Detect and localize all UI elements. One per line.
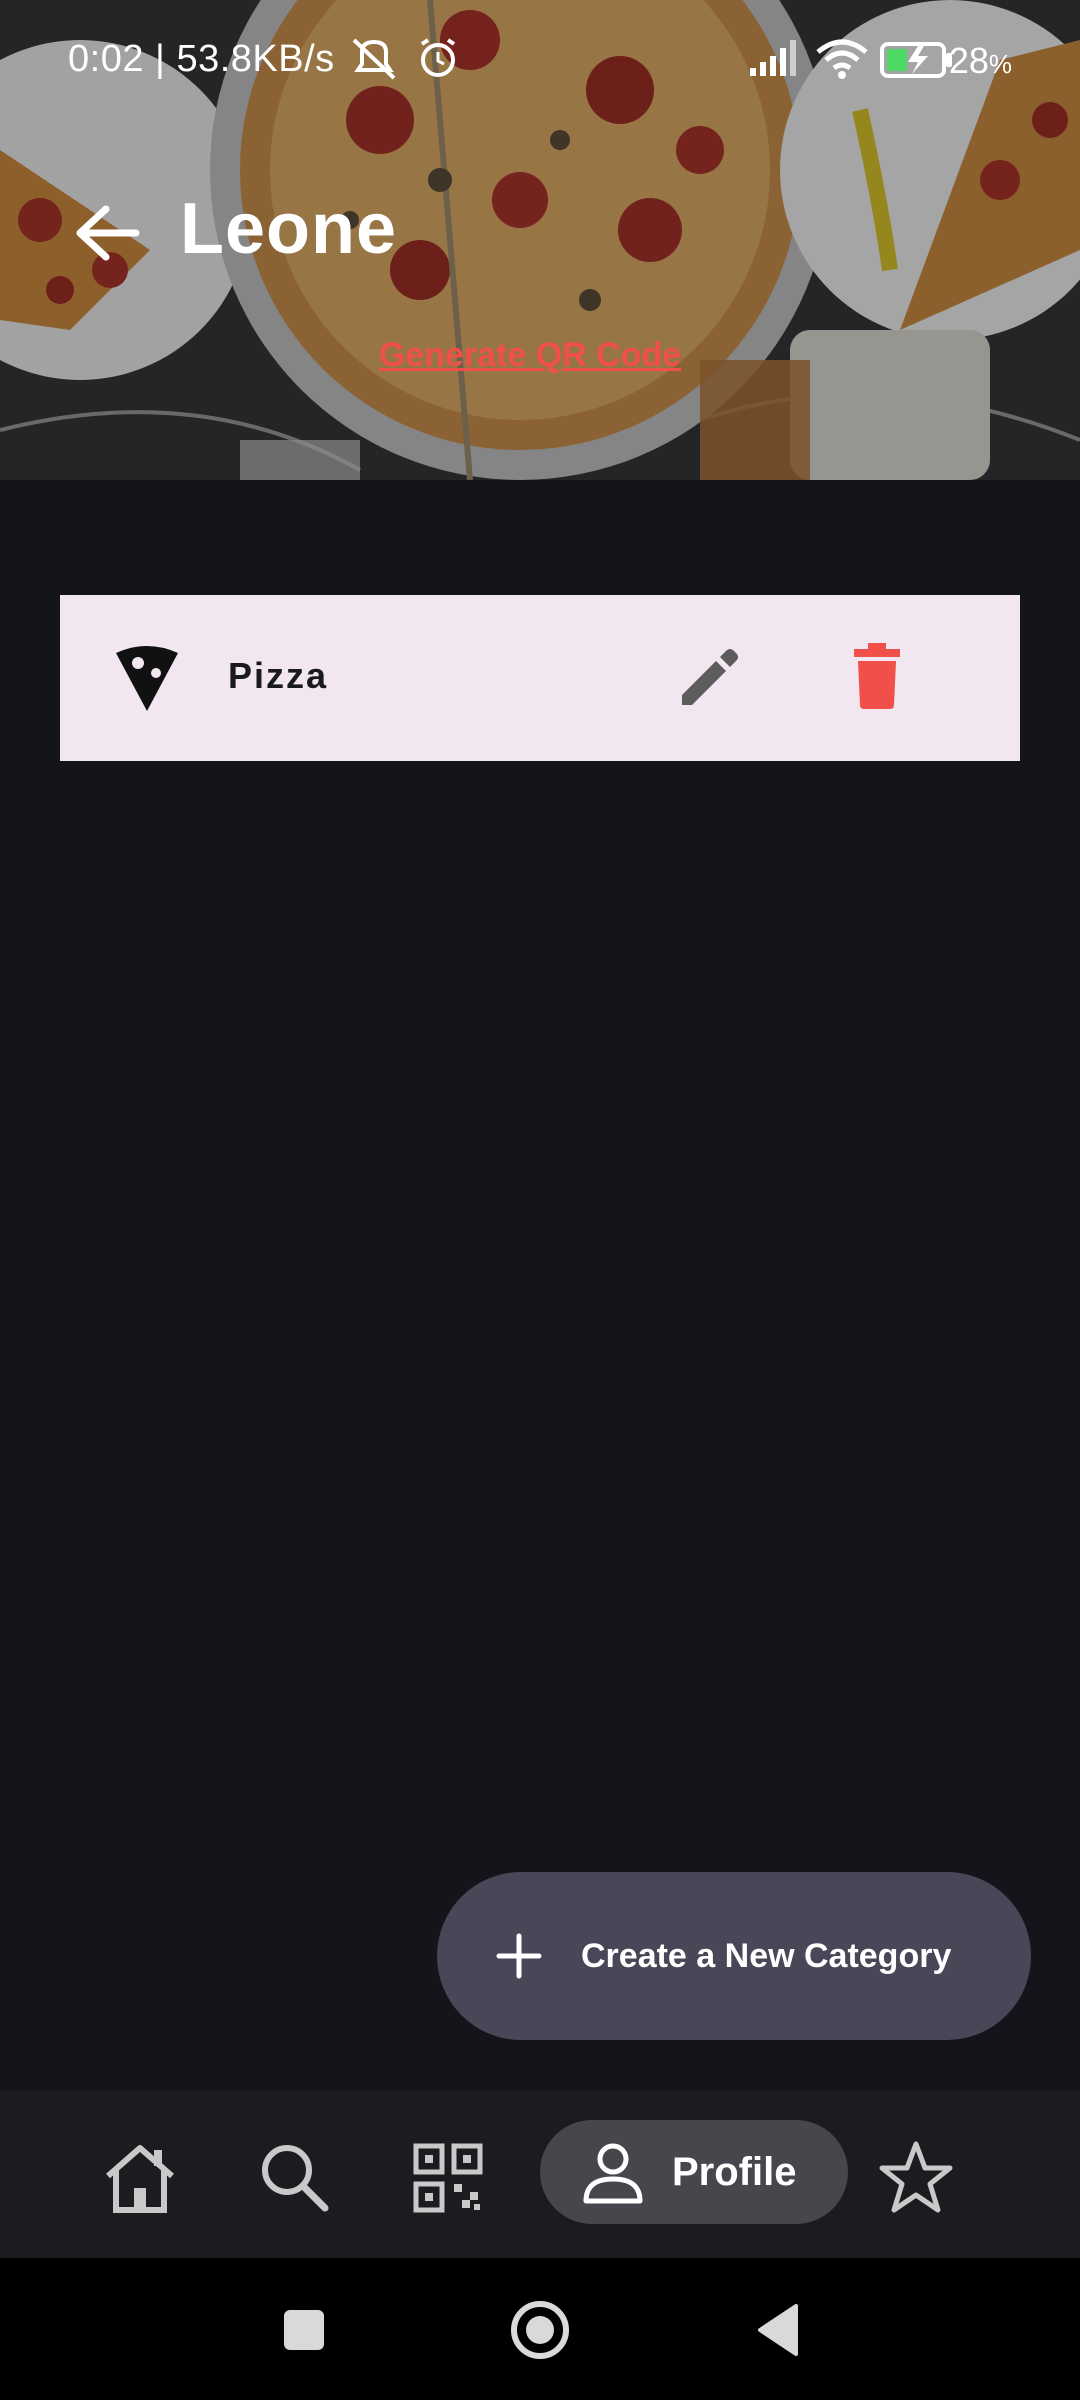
pizza-slice-icon [116,646,178,711]
category-row[interactable]: Pizza [60,595,1020,761]
plus-icon [496,1933,542,1979]
create-category-button[interactable]: Create a New Category [437,1872,1031,2040]
nav-search[interactable] [255,2138,335,2218]
generate-qr-code-link[interactable]: Generate QR Code [0,336,1060,375]
back-button[interactable] [64,190,150,276]
edit-category-button[interactable] [670,641,744,715]
delete-category-button[interactable] [840,639,914,713]
recent-apps-button[interactable] [272,2298,336,2362]
search-icon [262,2145,329,2212]
status-bar: 0:02 | 53.8KB/s 28% [0,0,1080,120]
trash-icon [854,643,900,709]
system-home-button[interactable] [508,2298,572,2362]
status-notification-icons [352,38,456,80]
nav-profile-label: Profile [672,2149,797,2194]
system-navigation-bar [0,2258,1080,2400]
triangle-back-icon [758,2304,798,2356]
nav-qr-code[interactable] [408,2138,488,2218]
pencil-icon [682,649,738,705]
page-title: Leone [180,189,398,269]
battery-percent-unit: % [988,49,1012,79]
status-time: 0:02 | 53.8KB/s [68,38,335,80]
bottom-navigation: Profile [0,2090,1080,2258]
home-icon [106,2145,174,2213]
battery-percent-value: 28 [948,40,989,81]
create-category-label: Create a New Category [581,1936,952,1975]
system-back-button[interactable] [748,2298,812,2362]
nav-home[interactable] [100,2138,180,2218]
arrow-left-icon [76,205,140,261]
nav-favorites[interactable] [876,2138,956,2218]
star-icon [879,2141,953,2213]
battery-percent: 28% [949,40,1012,82]
screen: 0:02 | 53.8KB/s 28% Leone Generate QR Co… [0,0,1080,2400]
category-name: Pizza [228,655,329,696]
person-icon [583,2143,643,2204]
nav-profile[interactable]: Profile [540,2120,848,2224]
qr-code-icon [413,2143,483,2213]
circle-icon [511,2301,569,2359]
square-icon [284,2310,324,2350]
